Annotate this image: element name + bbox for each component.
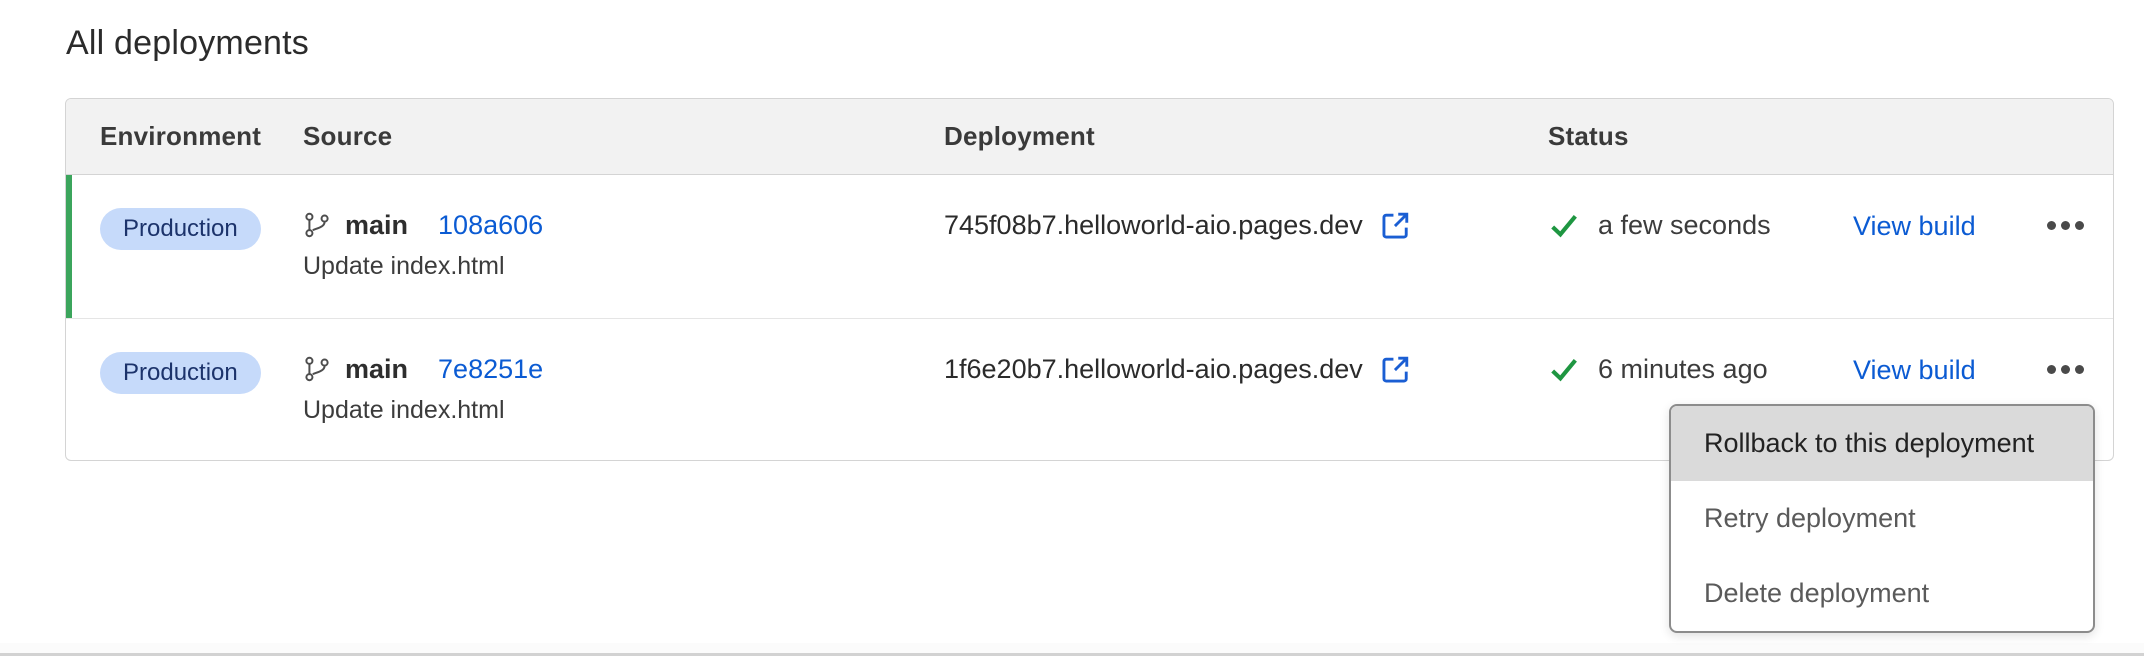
page-bottom-divider [0, 643, 2144, 656]
menu-item-rollback[interactable]: Rollback to this deployment [1671, 406, 2093, 481]
branch-name: main [345, 207, 408, 243]
deployment-url: 1f6e20b7.helloworld-aio.pages.dev [944, 351, 1363, 387]
column-header-source: Source [303, 121, 944, 152]
overflow-menu-icon[interactable] [2047, 357, 2084, 381]
git-branch-icon [303, 211, 331, 239]
view-build-link[interactable]: View build [1853, 352, 1976, 388]
table-header-row: Environment Source Deployment Status [66, 99, 2113, 175]
branch-name: main [345, 351, 408, 387]
table-row: Production main 108a606 Update index.htm… [66, 175, 2113, 318]
column-header-deployment: Deployment [944, 121, 1548, 152]
status-time: a few seconds [1598, 207, 1771, 243]
environment-badge: Production [100, 352, 261, 394]
environment-badge: Production [100, 208, 261, 250]
external-link-icon[interactable] [1379, 209, 1412, 242]
column-header-environment: Environment [66, 121, 303, 152]
commit-link[interactable]: 108a606 [438, 207, 543, 243]
current-deployment-indicator [66, 175, 72, 318]
menu-item-retry[interactable]: Retry deployment [1671, 481, 2093, 556]
menu-item-delete[interactable]: Delete deployment [1671, 556, 2093, 631]
deployment-url: 745f08b7.helloworld-aio.pages.dev [944, 207, 1363, 243]
overflow-menu-icon[interactable] [2047, 213, 2084, 237]
deployment-context-menu: Rollback to this deployment Retry deploy… [1669, 404, 2095, 633]
commit-message: Update index.html [303, 251, 944, 281]
view-build-link[interactable]: View build [1853, 208, 1976, 244]
commit-message: Update index.html [303, 395, 944, 425]
external-link-icon[interactable] [1379, 353, 1412, 386]
commit-link[interactable]: 7e8251e [438, 351, 543, 387]
column-header-status: Status [1548, 121, 1853, 152]
page-title: All deployments [66, 24, 309, 63]
check-icon [1548, 209, 1580, 241]
check-icon [1548, 353, 1580, 385]
status-time: 6 minutes ago [1598, 351, 1768, 387]
git-branch-icon [303, 355, 331, 383]
